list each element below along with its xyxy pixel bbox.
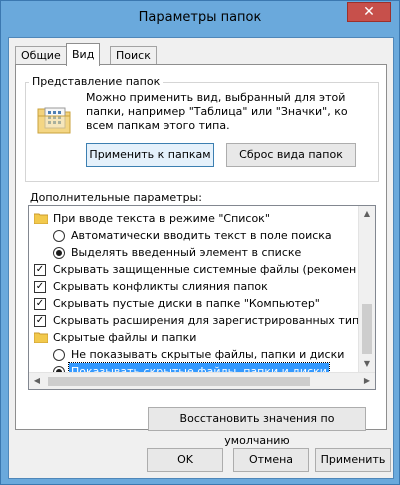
scroll-left-arrow-icon[interactable]: ◀ — [29, 373, 45, 389]
tree-item-label: Скрывать пустые диски в папке "Компьютер… — [53, 297, 320, 310]
radio-button[interactable] — [53, 349, 65, 361]
scroll-up-arrow-icon[interactable]: ▲ — [359, 206, 375, 222]
vertical-scroll-thumb[interactable] — [362, 304, 372, 354]
restore-defaults-button[interactable]: Восстановить значения по умолчанию — [148, 407, 366, 447]
folder-icon — [34, 332, 48, 343]
folder-icon — [34, 213, 48, 224]
checkbox[interactable]: ✓ — [34, 264, 46, 276]
advanced-settings-tree[interactable]: При вводе текста в режиме "Список" Автом… — [28, 205, 376, 390]
tree-checkbox-item[interactable]: ✓ Скрывать расширения для зарегистрирова… — [29, 312, 366, 329]
tree-checkbox-item[interactable]: ✓ Скрывать пустые диски в папке "Компьют… — [29, 295, 359, 312]
checkbox[interactable]: ✓ — [34, 281, 46, 293]
horizontal-scrollbar[interactable]: ◀ ▶ — [29, 372, 375, 389]
tree-checkbox-item[interactable]: ✓ Скрывать конфликты слияния папок — [29, 278, 359, 295]
scroll-down-arrow-icon[interactable]: ▼ — [359, 356, 375, 372]
view-tab-panel: Представление папок Можно применить вид,… — [15, 64, 387, 447]
tree-folder-item: При вводе текста в режиме "Список" — [29, 210, 359, 227]
scroll-right-arrow-icon[interactable]: ▶ — [359, 373, 375, 389]
advanced-settings-label: Дополнительные параметры: — [30, 191, 202, 204]
tree-folder-item: Скрытые файлы и папки — [29, 329, 359, 346]
folder-options-window: Параметры папок ✕ Общие Вид Поиск Предст… — [0, 0, 400, 485]
tree-radio-item[interactable]: Выделять введенный элемент в списке — [29, 244, 359, 261]
radio-button[interactable] — [53, 247, 65, 259]
folder-view-description: Можно применить вид, выбранный для этой … — [86, 91, 348, 132]
reset-folders-button[interactable]: Сброс вида папок — [226, 143, 356, 167]
tab-general[interactable]: Общие — [15, 46, 67, 65]
tree-checkbox-item[interactable]: ✓ Скрывать защищенные системные файлы (р… — [29, 261, 359, 278]
folder-view-legend: Представление папок — [29, 75, 164, 88]
cancel-button[interactable]: Отмена — [233, 448, 309, 472]
apply-to-folders-button[interactable]: Применить к папкам — [86, 143, 214, 167]
tree-item-label: Скрывать расширения для зарегистрированн… — [53, 314, 366, 327]
tree-item-label: При вводе текста в режиме "Список" — [53, 212, 270, 225]
radio-button[interactable] — [53, 230, 65, 242]
close-button[interactable]: ✕ — [347, 2, 391, 22]
apply-button[interactable]: Применить — [315, 448, 391, 472]
ok-button[interactable]: OK — [147, 448, 223, 472]
tree-item-label: Не показывать скрытые файлы, папки и дис… — [71, 348, 345, 361]
checkbox[interactable]: ✓ — [34, 315, 46, 327]
window-title: Параметры папок — [138, 10, 262, 25]
vertical-scrollbar[interactable]: ▲ ▼ — [358, 206, 375, 372]
folder-view-icon — [37, 107, 71, 134]
tree-item-label: Выделять введенный элемент в списке — [71, 246, 302, 259]
tree-item-label: Скрытые файлы и папки — [53, 331, 197, 344]
tree-item-label: Скрывать защищенные системные файлы (рек… — [53, 263, 357, 276]
horizontal-scroll-thumb[interactable] — [48, 377, 310, 386]
tree-radio-item[interactable]: Автоматически вводить текст в поле поиск… — [29, 227, 359, 244]
tree-radio-item[interactable]: Не показывать скрытые файлы, папки и дис… — [29, 346, 359, 363]
dialog-client-area: Общие Вид Поиск Представление папок Можн… — [8, 37, 394, 479]
tree-item-label: Скрывать конфликты слияния папок — [53, 280, 268, 293]
title-bar[interactable]: Параметры папок ✕ — [1, 1, 399, 37]
tree-item-label: Автоматически вводить текст в поле поиск… — [71, 229, 332, 242]
tab-view[interactable]: Вид — [66, 43, 101, 66]
tab-search[interactable]: Поиск — [110, 46, 157, 65]
folder-view-group: Представление папок Можно применить вид,… — [25, 75, 379, 182]
checkbox[interactable]: ✓ — [34, 298, 46, 310]
